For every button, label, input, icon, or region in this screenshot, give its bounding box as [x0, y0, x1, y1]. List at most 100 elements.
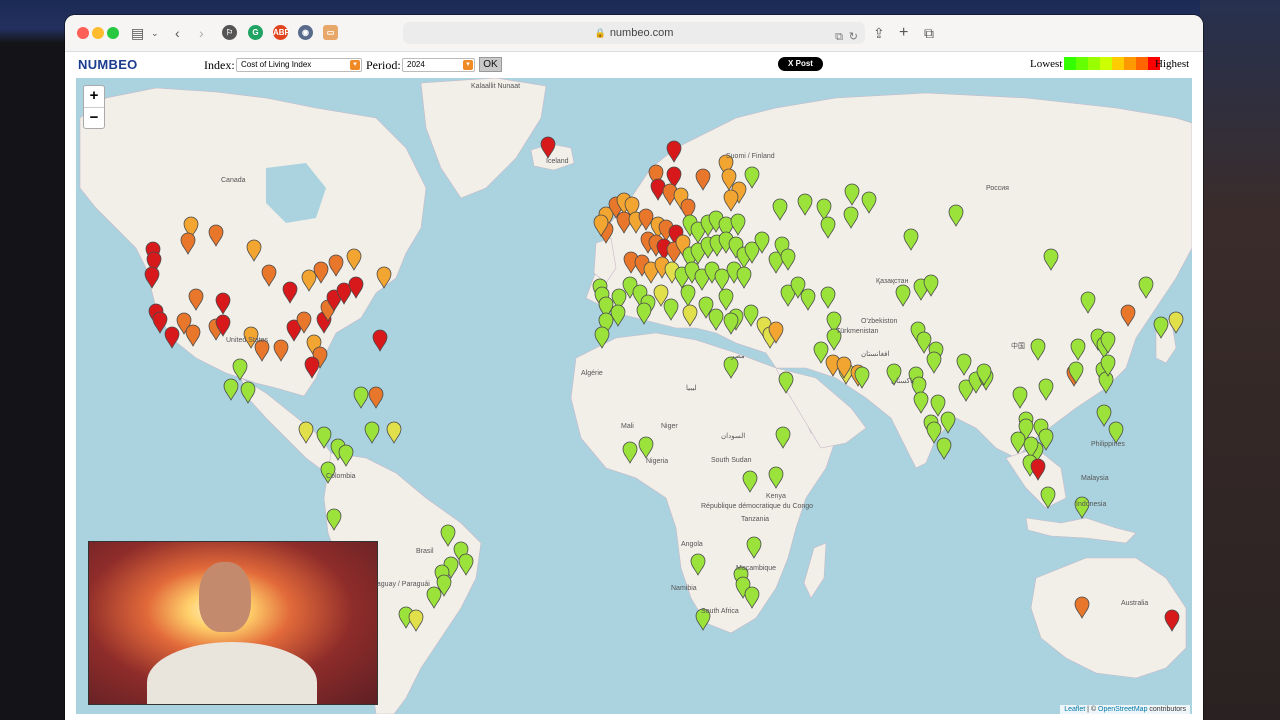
- new-tab-icon[interactable]: +: [899, 24, 908, 42]
- x-post-button[interactable]: X Post: [778, 57, 823, 71]
- address-bar[interactable]: 🔒 numbeo.com ⧉ ↻: [403, 22, 865, 44]
- url-text: numbeo.com: [609, 27, 674, 39]
- zoom-out-button[interactable]: −: [84, 107, 104, 128]
- map-label: ليبيا: [686, 384, 697, 392]
- maximize-window-button[interactable]: [107, 27, 119, 39]
- map-label: Nigeria: [646, 458, 668, 465]
- presenter-shoulders: [147, 642, 317, 704]
- map-label: Suomi / Finland: [726, 153, 775, 160]
- share-icon[interactable]: ⇪: [873, 24, 885, 42]
- map-label: السودان: [721, 432, 745, 440]
- period-select[interactable]: 2024 ▾: [402, 58, 475, 72]
- legend-color-scale: [1064, 57, 1160, 70]
- city-marker[interactable]: [164, 326, 180, 349]
- reload-icon[interactable]: ↻: [849, 26, 858, 48]
- webcam-overlay: [88, 541, 378, 705]
- map-label: République démocratique du Congo: [701, 503, 813, 510]
- legend-highest-label: Highest: [1155, 58, 1190, 70]
- city-marker[interactable]: [1096, 404, 1112, 427]
- map-label: Australia: [1121, 600, 1148, 607]
- city-marker[interactable]: [364, 421, 380, 444]
- city-marker[interactable]: [223, 378, 239, 401]
- legend-swatch-3: [1100, 57, 1112, 70]
- map-label: Türkmenistan: [836, 328, 879, 335]
- map-label: Philippines: [1091, 441, 1125, 448]
- map-label: Brasil: [416, 548, 434, 555]
- map-label: افغانستان: [861, 350, 889, 358]
- map-label: Iceland: [546, 158, 569, 165]
- legend-swatch-1: [1076, 57, 1088, 70]
- map-label: Indonesia: [1076, 501, 1106, 508]
- map-label: Қазақстан: [876, 278, 909, 285]
- index-select[interactable]: Cost of Living Index ▾: [236, 58, 362, 72]
- translate-icon[interactable]: ⧉: [835, 26, 843, 48]
- grammarly-icon[interactable]: G: [248, 25, 263, 40]
- map-label: مصر: [730, 353, 745, 360]
- forward-icon[interactable]: ›: [199, 24, 204, 42]
- map-attribution: Leaflet | © OpenStreetMap contributors: [1060, 705, 1190, 714]
- land-greenland: [420, 78, 547, 199]
- map-label: Canada: [221, 177, 246, 184]
- numbeo-logo[interactable]: NUMBEO: [78, 57, 138, 72]
- chevron-down-icon[interactable]: ⌄: [151, 24, 159, 42]
- legend-swatch-4: [1112, 57, 1124, 70]
- city-marker[interactable]: [353, 386, 369, 409]
- leaflet-link[interactable]: Leaflet: [1064, 706, 1085, 713]
- city-marker[interactable]: [386, 421, 402, 444]
- attribution-sep: | ©: [1085, 706, 1099, 713]
- numbeo-control-bar: NUMBEO Index: Cost of Living Index ▾ Per…: [65, 52, 1203, 78]
- presenter-head: [199, 562, 251, 632]
- city-marker[interactable]: [152, 311, 168, 334]
- map-label: Россия: [986, 185, 1009, 192]
- extension-icon[interactable]: ⚐: [222, 25, 237, 40]
- map-label: United States: [226, 337, 269, 344]
- map-label: 中国: [1011, 341, 1025, 350]
- map-label: Malaysia: [1081, 475, 1109, 482]
- city-marker[interactable]: [372, 329, 388, 352]
- desktop-wallpaper-right: [1200, 0, 1280, 720]
- adblock-icon[interactable]: ABP: [273, 25, 290, 40]
- sidebar-icon[interactable]: ▤: [131, 24, 144, 42]
- notes-extension-icon[interactable]: ▭: [323, 25, 338, 40]
- map-label: Mali: [621, 423, 634, 430]
- legend-swatch-2: [1088, 57, 1100, 70]
- city-marker[interactable]: [936, 437, 952, 460]
- city-marker[interactable]: [1108, 421, 1124, 444]
- map-label: Algérie: [581, 370, 603, 377]
- map-label: O'zbekiston: [861, 318, 897, 325]
- osm-link[interactable]: OpenStreetMap: [1098, 706, 1147, 713]
- map-label: Niger: [661, 423, 678, 430]
- attribution-tail: contributors: [1147, 706, 1186, 713]
- ok-button[interactable]: OK: [479, 57, 502, 72]
- minimize-window-button[interactable]: [92, 27, 104, 39]
- index-label: Index:: [204, 58, 235, 72]
- select-arrow-icon: ▾: [463, 60, 473, 70]
- legend-swatch-0: [1064, 57, 1076, 70]
- close-window-button[interactable]: [77, 27, 89, 39]
- land-indonesia: [1025, 517, 1137, 544]
- map-label: Tanzania: [741, 516, 769, 523]
- zoom-in-button[interactable]: +: [84, 86, 104, 107]
- tab-overview-icon[interactable]: ⧉: [924, 24, 934, 42]
- privacy-extension-icon[interactable]: ◉: [298, 25, 313, 40]
- map-label: Angola: [681, 541, 703, 548]
- city-marker[interactable]: [368, 386, 384, 409]
- period-label: Period:: [366, 58, 401, 72]
- map-label: Namibia: [671, 585, 697, 592]
- back-icon[interactable]: ‹: [175, 24, 180, 42]
- map-label: South Sudan: [711, 457, 752, 464]
- legend-swatch-6: [1136, 57, 1148, 70]
- map-label: Kenya: [766, 493, 786, 500]
- select-arrow-icon: ▾: [350, 60, 360, 70]
- map-label: Kalaallit Nunaat: [471, 83, 520, 90]
- period-select-value: 2024: [407, 60, 425, 69]
- index-select-value: Cost of Living Index: [241, 60, 312, 69]
- zoom-control: + −: [83, 85, 105, 129]
- city-marker[interactable]: [610, 304, 626, 327]
- map-label: Colombia: [326, 473, 356, 480]
- land-australia: [1030, 557, 1187, 679]
- map-label: Moçambique: [736, 565, 776, 572]
- map-label: South Africa: [701, 608, 739, 615]
- legend-swatch-5: [1124, 57, 1136, 70]
- land-madagascar: [803, 542, 827, 599]
